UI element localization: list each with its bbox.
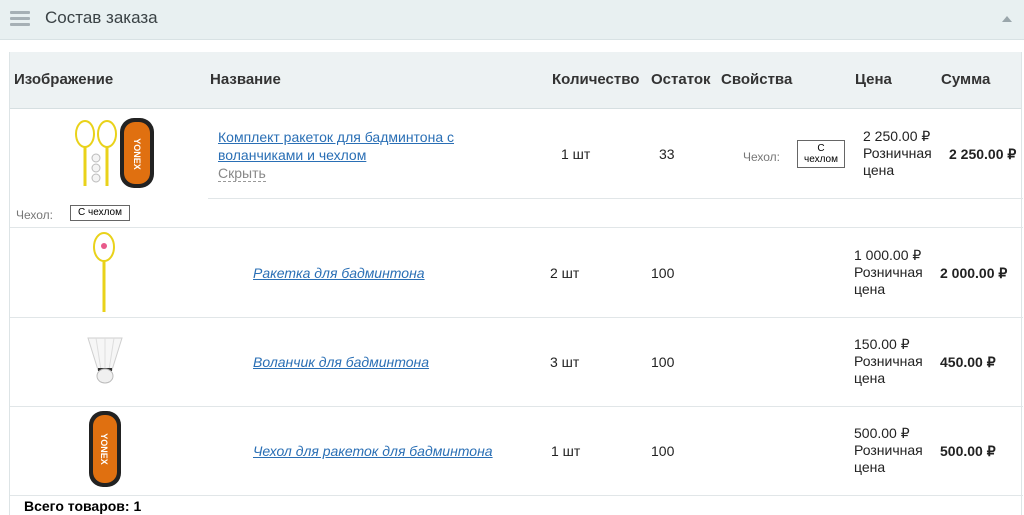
hamburger-menu-icon[interactable] bbox=[10, 11, 30, 27]
bag-price-type-line1: Розничная bbox=[854, 442, 923, 458]
svg-text:YONEX: YONEX bbox=[132, 138, 142, 170]
shuttlecock-price-type-line2: цена bbox=[854, 370, 886, 386]
property-value-line2: чехлом bbox=[804, 154, 838, 165]
racket-price-type-line2: цена bbox=[854, 281, 886, 297]
set-quantity: 1 шт bbox=[561, 146, 591, 162]
bag-price: 500.00 ₽ bbox=[854, 425, 910, 441]
racket-product-link[interactable]: Ракетка для бадминтона bbox=[253, 265, 425, 281]
set-sum: 2 250.00 ₽ bbox=[949, 146, 1017, 162]
racket-price-type-line1: Розничная bbox=[854, 264, 923, 280]
set-price-type-line1: Розничная bbox=[863, 145, 932, 161]
set-product-name-line1: Комплект ракеток для бадминтона с bbox=[218, 129, 455, 145]
bag-price-type-line2: цена bbox=[854, 459, 886, 475]
column-header-properties: Свойства bbox=[721, 71, 793, 88]
hide-link[interactable]: Скрыть bbox=[218, 165, 266, 182]
shuttlecock-product-link[interactable]: Воланчик для бадминтона bbox=[253, 354, 429, 370]
bag-sum: 500.00 ₽ bbox=[940, 443, 996, 459]
shuttlecock-price-type-line1: Розничная bbox=[854, 353, 923, 369]
row-divider bbox=[10, 495, 1023, 496]
shuttlecock-stock: 100 bbox=[651, 354, 675, 370]
image-property-label: Чехол: bbox=[16, 208, 54, 222]
section-title: Состав заказа bbox=[45, 8, 158, 27]
order-items-table: Изображение Название Количество Остаток … bbox=[9, 52, 1023, 515]
racket-stock: 100 bbox=[651, 265, 675, 281]
shuttlecock-quantity: 3 шт bbox=[550, 354, 580, 370]
collapse-arrow-icon[interactable] bbox=[1002, 16, 1012, 22]
column-header-price: Цена bbox=[855, 71, 892, 88]
racket-bag-image: YONEX bbox=[89, 411, 121, 487]
table-header: Изображение Название Количество Остаток … bbox=[10, 52, 1021, 109]
racket-price: 1 000.00 ₽ bbox=[854, 247, 922, 263]
image-property-value[interactable]: С чехлом bbox=[70, 205, 130, 221]
shuttlecock-sum: 450.00 ₽ bbox=[940, 354, 996, 370]
svg-text:YONEX: YONEX bbox=[99, 433, 109, 465]
bag-product-link[interactable]: Чехол для ракеток для бадминтона bbox=[253, 443, 493, 459]
section-header: Состав заказа bbox=[0, 0, 1024, 40]
column-header-sum: Сумма bbox=[941, 71, 991, 88]
set-stock: 33 bbox=[659, 146, 675, 162]
shuttlecock-image bbox=[87, 337, 123, 384]
bag-quantity: 1 шт bbox=[551, 443, 581, 459]
bag-stock: 100 bbox=[651, 443, 675, 459]
set-product-name-line2: воланчиками и чехлом bbox=[218, 147, 367, 163]
property-label: Чехол: bbox=[743, 150, 781, 164]
property-value-button[interactable]: Счехлом bbox=[797, 140, 845, 168]
racket-quantity: 2 шт bbox=[550, 265, 580, 281]
column-header-image: Изображение bbox=[14, 71, 114, 88]
row-divider bbox=[10, 227, 1023, 228]
racket-image bbox=[93, 232, 115, 312]
set-product-link[interactable]: Комплект ракеток для бадминтона с воланчи… bbox=[218, 129, 454, 163]
column-header-quantity: Количество bbox=[552, 71, 640, 88]
column-header-stock: Остаток bbox=[651, 71, 711, 88]
row-divider bbox=[208, 198, 1023, 199]
set-price: 2 250.00 ₽ bbox=[863, 128, 931, 144]
total-items: Всего товаров: 1 bbox=[24, 498, 142, 514]
shuttlecock-price: 150.00 ₽ bbox=[854, 336, 910, 352]
racket-set-image: YONEX bbox=[75, 118, 154, 188]
set-price-type-line2: цена bbox=[863, 162, 895, 178]
row-divider bbox=[10, 317, 1023, 318]
column-header-name: Название bbox=[210, 71, 281, 88]
property-value-line1: С bbox=[817, 143, 825, 154]
racket-sum: 2 000.00 ₽ bbox=[940, 265, 1008, 281]
row-divider bbox=[10, 406, 1023, 407]
